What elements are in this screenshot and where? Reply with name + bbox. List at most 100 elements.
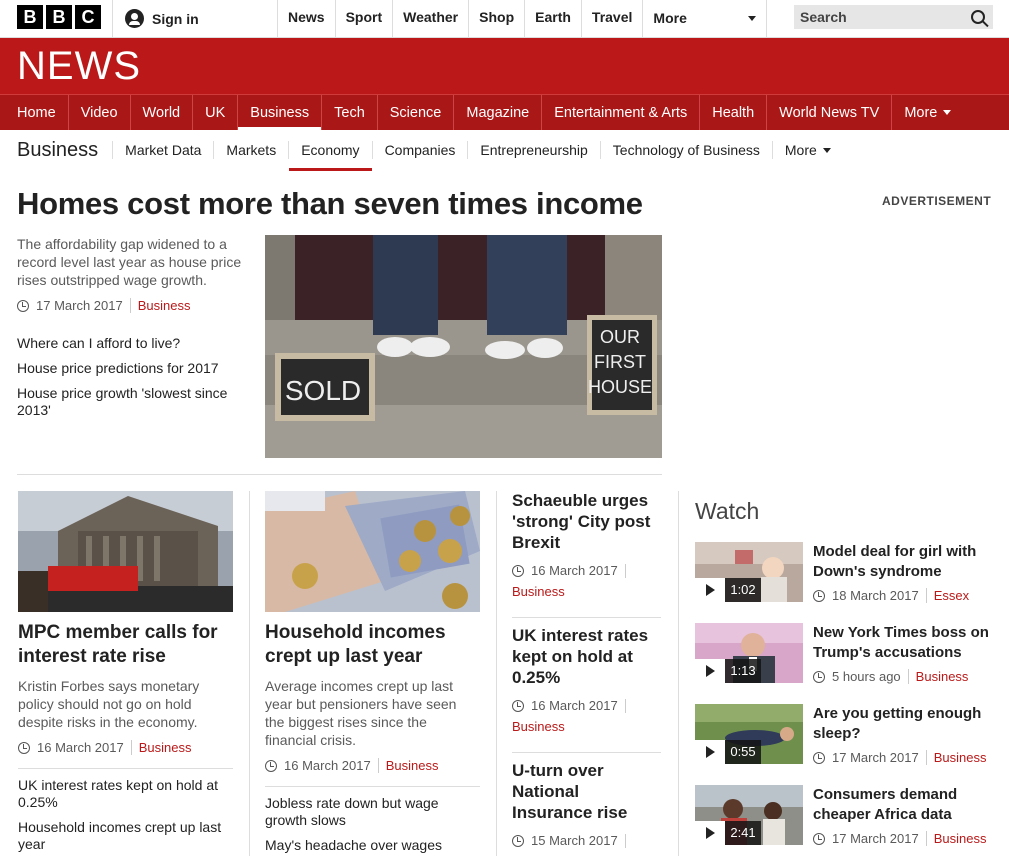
related-link[interactable]: Household incomes crept up last year — [18, 819, 238, 853]
video-section-link[interactable]: Essex — [925, 588, 969, 603]
sign-in-link[interactable]: Sign in — [112, 0, 278, 37]
sign-in-label: Sign in — [152, 10, 199, 27]
card-headline[interactable]: MPC member calls for interest rate rise — [18, 621, 238, 669]
sold-sign-text: SOLD — [285, 375, 361, 406]
lead-headline[interactable]: Homes cost more than seven times income — [17, 186, 643, 222]
card-summary: Kristin Forbes says monetary policy shou… — [18, 678, 200, 730]
search-input[interactable]: Search — [794, 5, 993, 29]
search-placeholder: Search — [800, 9, 847, 25]
global-nav-more[interactable]: More — [643, 0, 768, 37]
video-section-link[interactable]: Business — [907, 669, 968, 684]
column-divider — [678, 491, 679, 856]
clock-icon — [512, 564, 524, 577]
section-nav: Business Market Data Markets Economy Com… — [0, 130, 1009, 171]
main-nav-world-news-tv[interactable]: World News TV — [767, 95, 893, 130]
card-date: 16 March 2017 — [37, 740, 124, 755]
related-link[interactable]: House price predictions for 2017 — [17, 360, 253, 377]
play-icon[interactable] — [695, 740, 725, 764]
section-nav-entrepreneurship[interactable]: Entrepreneurship — [467, 141, 599, 159]
global-nav-weather[interactable]: Weather — [393, 0, 470, 37]
video-headline[interactable]: Are you getting enough sleep? — [813, 704, 1003, 744]
lead-summary: The affordability gap widened to a recor… — [17, 236, 242, 288]
lead-section-link[interactable]: Business — [129, 298, 190, 313]
section-title[interactable]: Business — [17, 139, 98, 162]
main-nav-tech[interactable]: Tech — [322, 95, 378, 130]
story-headline[interactable]: UK interest rates kept on hold at 0.25% — [512, 625, 662, 688]
main-nav-world[interactable]: World — [131, 95, 194, 130]
story-sep — [624, 563, 633, 578]
main-nav-magazine[interactable]: Magazine — [454, 95, 543, 130]
main-nav-more[interactable]: More — [892, 95, 963, 130]
section-nav-technology-of-business[interactable]: Technology of Business — [599, 141, 772, 159]
section-nav-more[interactable]: More — [771, 141, 843, 159]
clock-icon — [813, 751, 825, 764]
main-more-label: More — [904, 104, 938, 121]
bbc-logo[interactable]: B B C — [17, 5, 101, 29]
video-section-link[interactable]: Business — [925, 831, 986, 846]
global-nav-travel[interactable]: Travel — [582, 0, 644, 37]
main-nav-science[interactable]: Science — [378, 95, 455, 130]
video-headline[interactable]: Consumers demand cheaper Africa data — [813, 785, 1003, 825]
play-icon[interactable] — [695, 578, 725, 602]
story-headline[interactable]: U-turn over National Insurance rise — [512, 760, 662, 823]
card-section-link[interactable]: Business — [130, 740, 191, 755]
divider — [512, 617, 661, 618]
advertisement-label: ADVERTISEMENT — [882, 194, 992, 208]
story-sep — [624, 833, 633, 848]
card-image[interactable] — [18, 491, 233, 612]
house-sign-line: FIRST — [594, 352, 646, 372]
video-thumbnail[interactable]: 1:02 — [695, 542, 803, 602]
main-nav-entertainment[interactable]: Entertainment & Arts — [542, 95, 701, 130]
video-thumbnail[interactable]: 1:13 — [695, 623, 803, 683]
user-icon — [125, 9, 144, 28]
news-logo[interactable]: NEWS — [17, 44, 141, 89]
chevron-down-icon — [748, 16, 757, 21]
play-icon[interactable] — [695, 821, 725, 845]
story-sep — [624, 698, 633, 713]
global-nav-earth[interactable]: Earth — [525, 0, 582, 37]
video-thumbnail[interactable]: 0:55 — [695, 704, 803, 764]
news-masthead: NEWS — [0, 38, 1009, 94]
chevron-down-icon — [943, 110, 952, 115]
section-divider — [17, 474, 662, 475]
global-nav-shop[interactable]: Shop — [469, 0, 526, 37]
video-headline[interactable]: New York Times boss on Trump's accusatio… — [813, 623, 1003, 663]
story-section-link[interactable]: Business — [512, 584, 565, 599]
main-nav-home[interactable]: Home — [5, 95, 69, 130]
story-section-link[interactable]: Business — [512, 719, 565, 734]
story-headline[interactable]: Schaeuble urges 'strong' City post Brexi… — [512, 490, 662, 553]
story-meta: 16 March 2017 — [512, 563, 633, 578]
column-divider — [496, 491, 497, 856]
related-link[interactable]: Jobless rate down but wage growth slows — [265, 795, 480, 829]
search-icon[interactable] — [971, 10, 985, 24]
main-nav-video[interactable]: Video — [69, 95, 131, 130]
section-nav-companies[interactable]: Companies — [371, 141, 468, 159]
section-nav-markets[interactable]: Markets — [213, 141, 288, 159]
related-link[interactable]: Where can I afford to live? — [17, 335, 253, 352]
main-nav-business[interactable]: Business — [238, 95, 323, 131]
section-nav-economy[interactable]: Economy — [288, 141, 372, 171]
related-link[interactable]: UK interest rates kept on hold at 0.25% — [18, 777, 238, 811]
related-link[interactable]: May's headache over wages — [265, 837, 480, 854]
global-nav-sport[interactable]: Sport — [336, 0, 394, 37]
logo-letter: C — [75, 5, 101, 29]
play-icon[interactable] — [695, 659, 725, 683]
video-date: 17 March 2017 — [832, 831, 919, 846]
card-image[interactable] — [265, 491, 480, 612]
card-headline[interactable]: Household incomes crept up last year — [265, 621, 485, 669]
global-nav-news[interactable]: News — [278, 0, 336, 37]
card-meta: 16 March 2017 Business — [265, 758, 438, 773]
lead-image[interactable]: SOLD OUR FIRST HOUSE — [265, 235, 662, 458]
video-thumbnail[interactable]: 2:41 — [695, 785, 803, 845]
card-section-link[interactable]: Business — [377, 758, 438, 773]
main-nav: Home Video World UK Business Tech Scienc… — [0, 94, 1009, 131]
related-link[interactable]: House price growth 'slowest since 2013' — [17, 385, 253, 419]
card-date: 16 March 2017 — [284, 758, 371, 773]
main-nav-uk[interactable]: UK — [193, 95, 239, 130]
main-nav-health[interactable]: Health — [700, 95, 768, 130]
card-meta: 16 March 2017 Business — [18, 740, 191, 755]
video-headline[interactable]: Model deal for girl with Down's syndrome — [813, 542, 1003, 582]
video-section-link[interactable]: Business — [925, 750, 986, 765]
section-nav-market-data[interactable]: Market Data — [112, 141, 213, 159]
lead-date: 17 March 2017 — [36, 298, 123, 313]
